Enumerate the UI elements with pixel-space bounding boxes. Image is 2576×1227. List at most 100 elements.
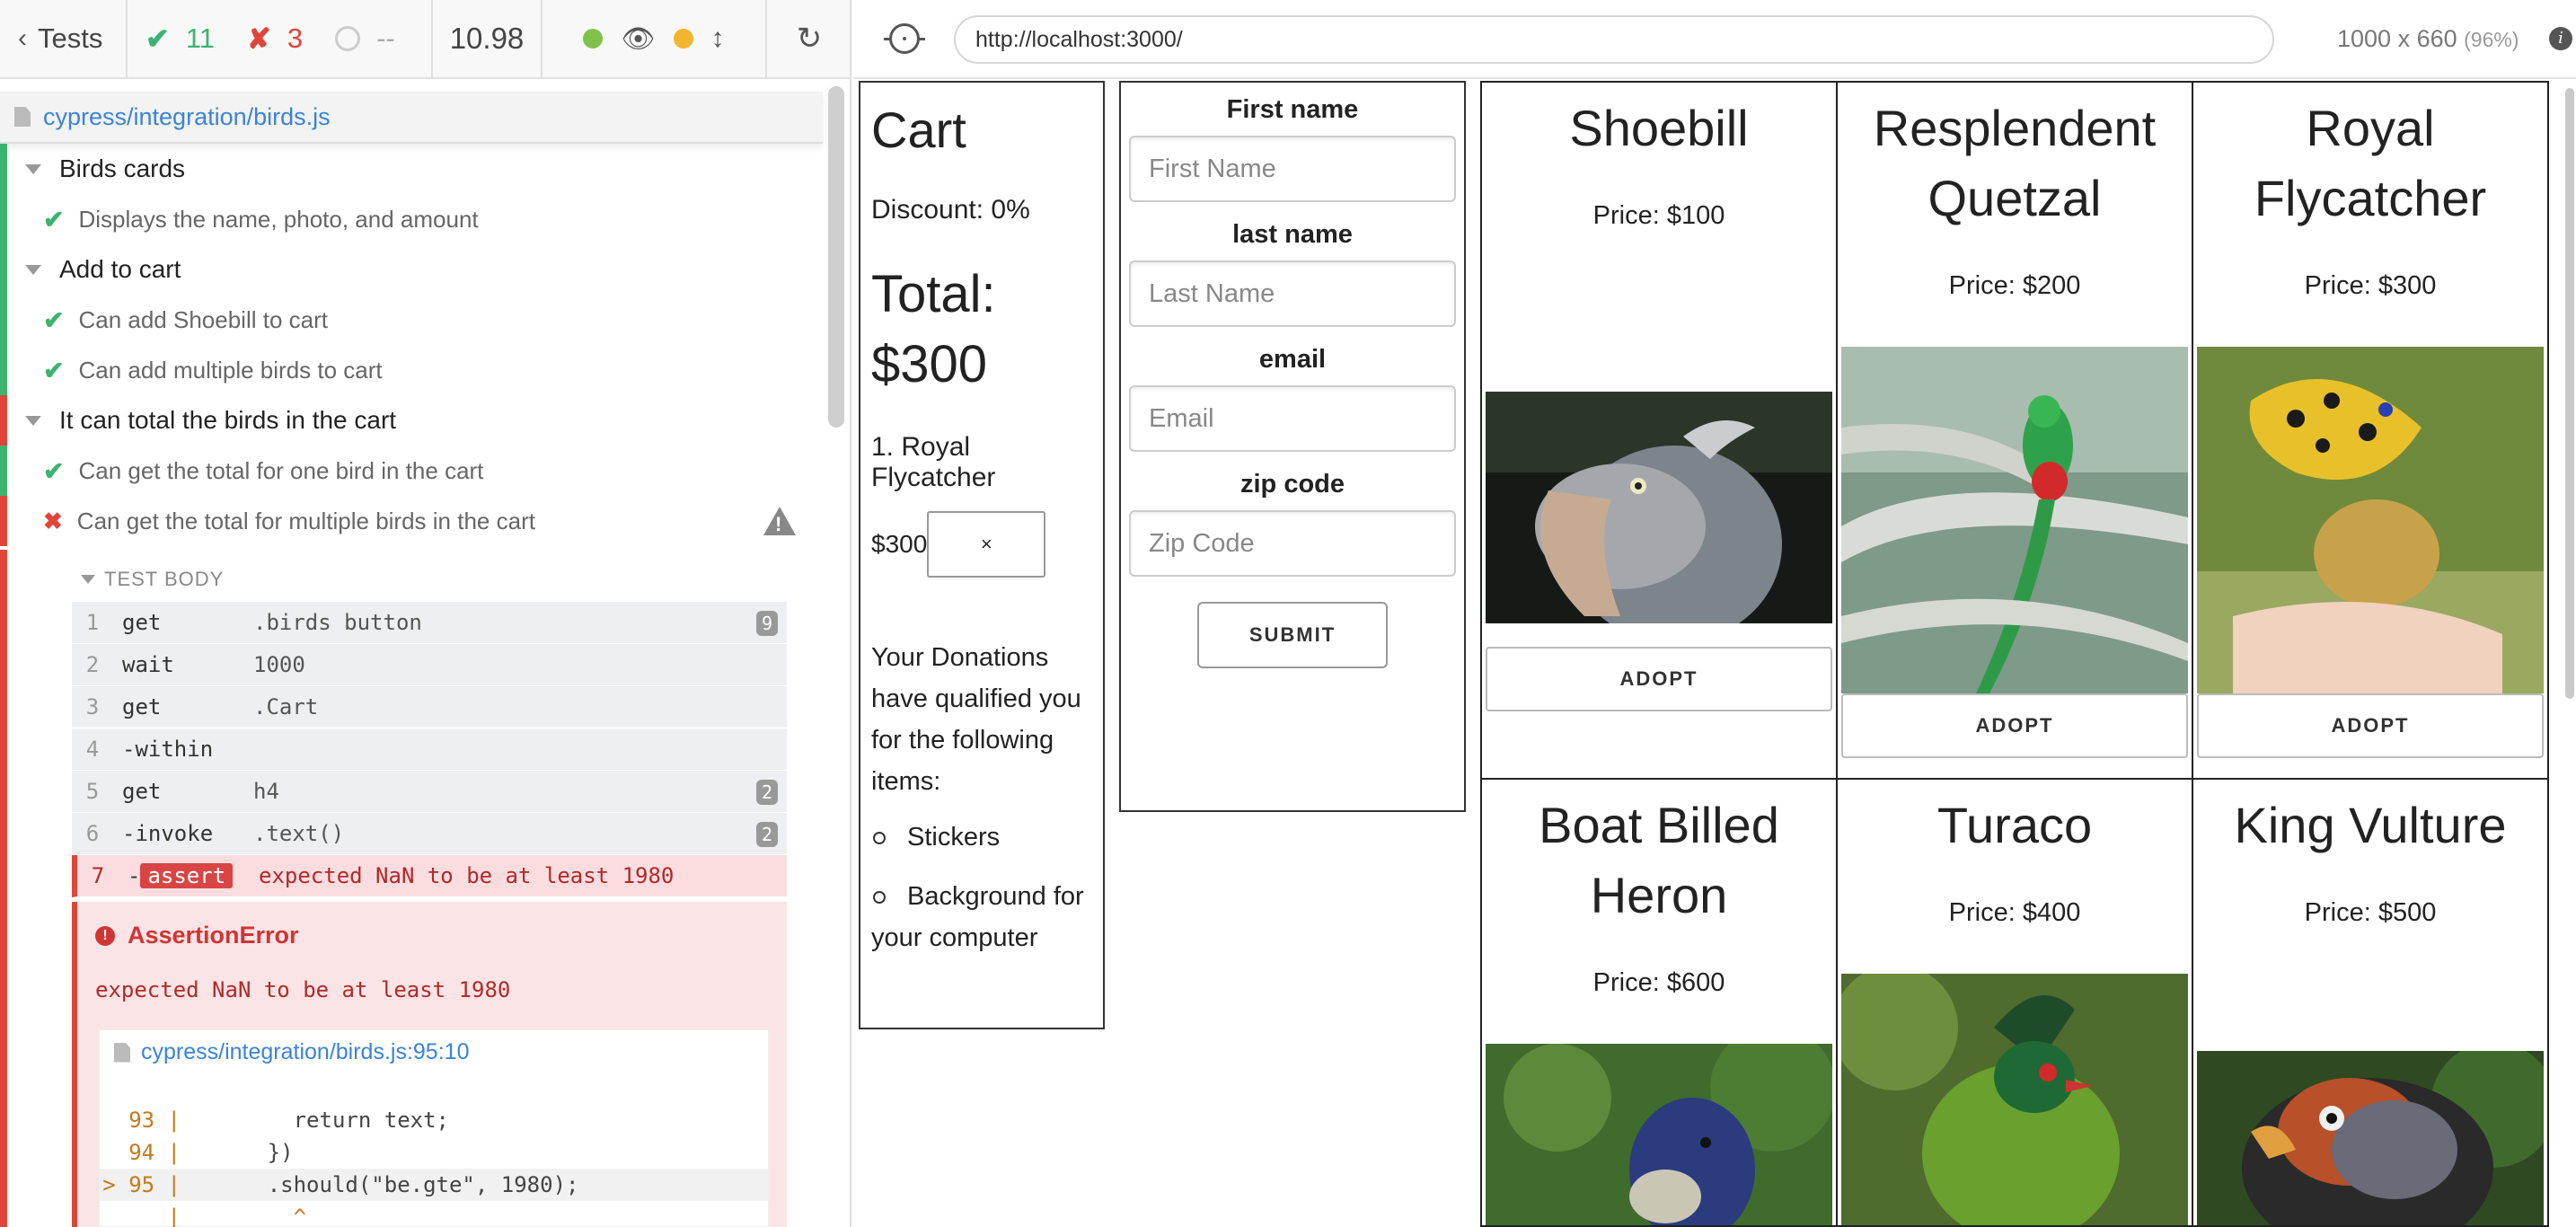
command-row[interactable]: 6 -invoke .text() 2 — [72, 813, 787, 855]
command-row[interactable]: 4 -within — [72, 728, 787, 771]
command-message: 1000 — [253, 652, 305, 677]
bird-photo — [1486, 1044, 1832, 1225]
chevron-left-icon: ‹ — [18, 23, 27, 53]
command-message: .birds button — [253, 610, 422, 635]
remove-item-button[interactable]: × — [927, 511, 1046, 578]
test-item[interactable]: ✔ Displays the name, photo, and amount — [0, 194, 823, 244]
command-row[interactable]: 1 get .birds button 9 — [72, 602, 787, 644]
email-group: email Email — [1121, 345, 1464, 452]
command-message: .text() — [253, 821, 345, 846]
auto-scroll-icon[interactable]: ↕ — [711, 23, 725, 54]
check-icon: ✔ — [146, 22, 170, 55]
bird-photo — [1841, 347, 2188, 693]
error-message: expected NaN to be at least 1980 — [95, 977, 511, 1002]
code-text: }) — [190, 1140, 294, 1165]
bird-name: Boat Billed Heron — [1539, 797, 1779, 923]
bird-name: Royal Flycatcher — [2254, 100, 2487, 226]
test-body-toggle[interactable]: TEST BODY — [81, 568, 224, 591]
checkout-form: First name First Name last name Last Nam… — [1119, 81, 1466, 812]
caret-down-icon — [25, 264, 41, 275]
code-frame-link[interactable]: cypress/integration/birds.js:95:10 — [141, 1039, 469, 1065]
url-bar[interactable]: http://localhost:3000/ — [954, 15, 2274, 64]
code-frame-file: cypress/integration/birds.js:95:10 — [114, 1039, 469, 1065]
spec-path-link[interactable]: cypress/integration/birds.js — [43, 103, 331, 131]
file-icon — [14, 107, 31, 127]
test-item[interactable]: ✔ Can get the total for one bird in the … — [0, 446, 823, 496]
status-bar — [0, 144, 7, 194]
status-bar — [0, 295, 7, 345]
command-number: 2 — [85, 652, 100, 677]
test-item[interactable]: ✔ Can add Shoebill to cart — [0, 295, 823, 345]
bird-price: Price: $500 — [2304, 898, 2437, 927]
command-message: expected NaN to be at least 1980 — [259, 863, 675, 888]
bird-photo — [1486, 392, 1832, 623]
warning-icon[interactable]: ! — [763, 507, 796, 535]
error-icon: ! — [95, 925, 115, 946]
suite-total[interactable]: It can total the birds in the cart — [0, 395, 823, 446]
email-input[interactable]: Email — [1129, 385, 1456, 452]
command-row[interactable]: 3 get .Cart — [72, 686, 787, 728]
duration: 10.98 — [433, 0, 543, 78]
perk-item: Background for your computer — [871, 876, 1092, 958]
x-icon: ✖ — [43, 507, 63, 534]
command-row[interactable]: 5 get h4 2 — [72, 771, 787, 813]
bird-card-shoebill: Shoebill Price: $100 ADOPT — [1480, 81, 1838, 780]
command-name: - assert — [119, 863, 259, 888]
bird-card-boat-billed-heron: Boat Billed Heron Price: $600 — [1480, 778, 1838, 1227]
command-name: get — [122, 610, 162, 635]
status-bar — [0, 446, 7, 496]
adopt-button[interactable]: ADOPT — [1841, 693, 2188, 758]
last-name-input[interactable]: Last Name — [1129, 260, 1456, 327]
suite-add-to-cart[interactable]: Add to cart — [0, 244, 823, 295]
runner-toggles: 👁 ↕ — [543, 0, 767, 78]
code-text: .should("be.gte", 1980); — [190, 1172, 579, 1197]
test-item-failed[interactable]: ✖ Can get the total for multiple birds i… — [0, 496, 823, 546]
file-icon — [114, 1042, 130, 1063]
test-stats: ✔ 11 ✘ 3 -- — [128, 0, 433, 78]
info-icon[interactable]: i — [2549, 27, 2572, 50]
donation-note: Your Donations have qualified you for th… — [871, 643, 1081, 796]
cart-title: Cart — [871, 102, 966, 158]
app-under-test: Cart Discount: 0% Total: $300 1. Royal F… — [853, 81, 2576, 1227]
line-number: 93 | — [128, 1108, 181, 1133]
first-name-input[interactable]: First Name — [1129, 136, 1456, 202]
test-title: Can get the total for multiple birds in … — [76, 507, 535, 534]
bird-name: Turaco — [1936, 797, 2093, 853]
eye-icon[interactable]: 👁 — [621, 23, 655, 55]
status-bar — [0, 194, 7, 244]
field-label: last name — [1232, 220, 1353, 249]
rerun-button[interactable]: ↻ — [767, 0, 850, 78]
bird-card-royal-flycatcher: Royal Flycatcher Price: $300 ADOPT — [2192, 81, 2549, 780]
runner-scrollbar[interactable] — [828, 86, 844, 428]
command-row-failed[interactable]: 7 - assert expected NaN to be at least 19… — [72, 855, 787, 897]
code-line: 94 | }) — [100, 1136, 770, 1169]
command-name: get — [122, 779, 162, 804]
command-row[interactable]: 2 wait 1000 — [72, 644, 787, 686]
adopt-button[interactable]: ADOPT — [1486, 647, 1832, 711]
error-panel: ! AssertionError expected NaN to be at l… — [72, 902, 787, 1227]
bird-price: Price: $300 — [2304, 271, 2437, 300]
aut-scrollbar[interactable] — [2565, 88, 2574, 699]
perk-item: Stickers — [871, 817, 1092, 858]
test-item[interactable]: ✔ Can add multiple birds to cart — [0, 345, 823, 395]
total-label: Total: — [871, 265, 996, 323]
adopt-button[interactable]: ADOPT — [2197, 693, 2544, 758]
back-to-tests-button[interactable]: ‹ Tests — [0, 0, 128, 78]
zip-code-input[interactable]: Zip Code — [1129, 510, 1456, 577]
viewport-scale: (96%) — [2464, 28, 2519, 51]
line-number: | — [167, 1205, 181, 1227]
check-icon: ✔ — [43, 305, 65, 334]
bird-price: Price: $100 — [1592, 201, 1725, 230]
bird-name: King Vulture — [2234, 797, 2507, 853]
error-title: ! AssertionError — [95, 922, 299, 949]
pending-count: -- — [376, 22, 395, 54]
passed-count: 11 — [185, 22, 215, 54]
suite-birds-cards[interactable]: Birds cards — [0, 144, 823, 194]
command-number: 3 — [85, 694, 100, 719]
submit-button[interactable]: SUBMIT — [1197, 602, 1388, 668]
selector-playground-icon[interactable] — [884, 23, 925, 54]
perks-list: Stickers Background for your computer — [871, 817, 1092, 958]
element-count-badge: 2 — [755, 780, 778, 805]
status-dot-green-icon — [583, 29, 604, 49]
viewport-size: 1000 x 660 — [2337, 25, 2457, 52]
